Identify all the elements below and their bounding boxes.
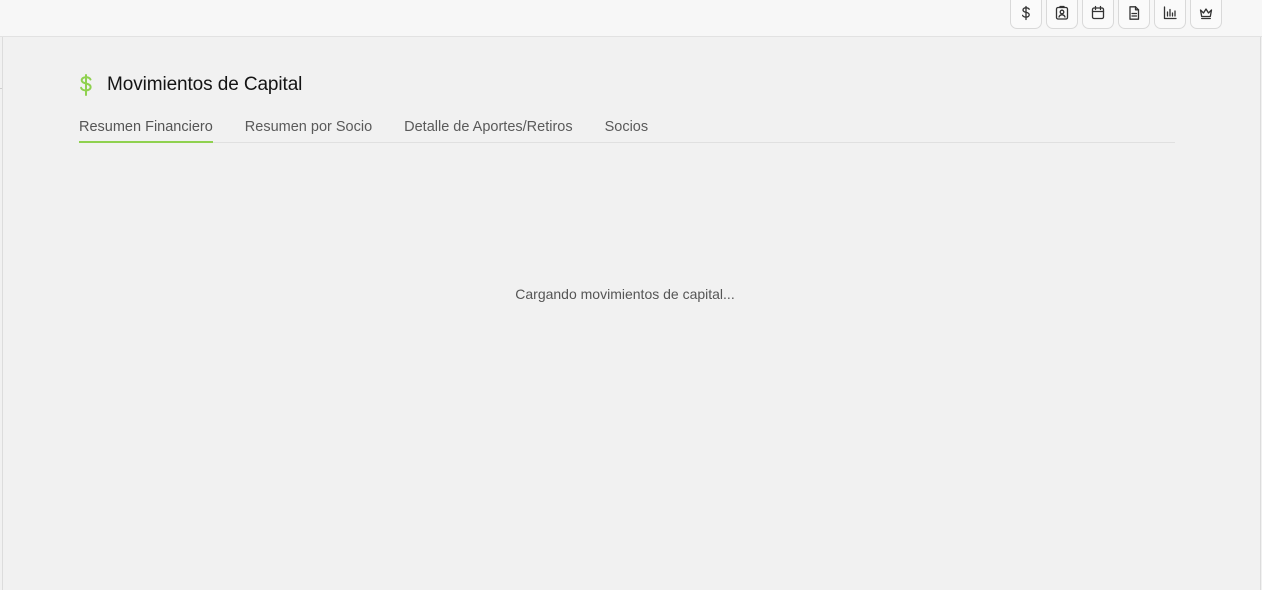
loading-message: Cargando movimientos de capital... (515, 286, 735, 302)
dollar-icon (1021, 5, 1030, 21)
tab-socios[interactable]: Socios (605, 117, 649, 143)
documents-button[interactable] (1118, 0, 1150, 29)
page-header: Movimientos de Capital (77, 73, 302, 97)
tab-resumen-financiero[interactable]: Resumen Financiero (79, 117, 213, 143)
bar-chart-icon (1163, 6, 1177, 20)
tab-resumen-por-socio[interactable]: Resumen por Socio (245, 117, 372, 143)
finance-button[interactable] (1010, 0, 1042, 29)
divider (0, 88, 2, 89)
contact-badge-icon (1055, 5, 1069, 20)
calendar-icon (1091, 5, 1105, 20)
tab-bar: Resumen Financiero Resumen por Socio Det… (79, 117, 1175, 143)
contacts-button[interactable] (1046, 0, 1078, 29)
page-title: Movimientos de Capital (107, 74, 303, 95)
crown-icon (1199, 8, 1213, 20)
reports-button[interactable] (1154, 0, 1186, 29)
dollar-icon (80, 74, 92, 96)
calendar-button[interactable] (1082, 0, 1114, 29)
document-icon (1129, 6, 1140, 20)
toolbar (1010, 0, 1222, 29)
premium-button[interactable] (1190, 0, 1222, 29)
top-bar (0, 0, 1262, 37)
tab-detalle-aportes-retiros[interactable]: Detalle de Aportes/Retiros (404, 117, 572, 143)
